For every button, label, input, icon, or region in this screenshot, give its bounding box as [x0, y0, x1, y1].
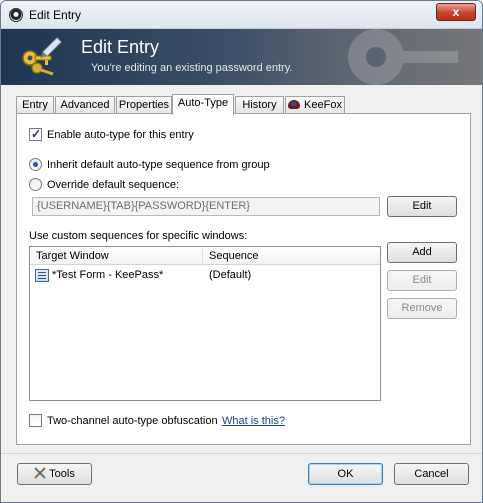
- banner-watermark-icon: [348, 29, 458, 85]
- column-target-window[interactable]: Target Window: [30, 247, 203, 265]
- tab-keefox-label: KeeFox: [304, 99, 342, 111]
- table-row[interactable]: *Test Form - KeePass* (Default): [30, 267, 380, 285]
- tab-properties[interactable]: Properties: [116, 96, 172, 114]
- override-sequence-radio[interactable]: [29, 178, 42, 191]
- header-banner: Edit Entry You're editing an existing pa…: [1, 29, 482, 85]
- close-button[interactable]: x: [436, 3, 476, 21]
- edit-sequence-button[interactable]: Edit: [387, 196, 457, 217]
- tab-auto-type[interactable]: Auto-Type: [172, 94, 234, 115]
- tab-history[interactable]: History: [235, 96, 284, 114]
- tab-advanced-label: Advanced: [60, 99, 110, 111]
- banner-title: Edit Entry: [81, 37, 160, 57]
- keefox-icon: [288, 100, 301, 109]
- inherit-sequence-label: Inherit default auto-type sequence from …: [47, 159, 270, 171]
- tab-entry-label: Entry: [22, 99, 48, 111]
- remove-sequence-button[interactable]: Remove: [387, 298, 457, 319]
- enable-auto-type-checkbox[interactable]: [29, 127, 42, 141]
- enable-auto-type-label: Enable auto-type for this entry: [47, 129, 194, 141]
- tools-icon: [34, 467, 46, 479]
- column-sequence[interactable]: Sequence: [203, 247, 380, 265]
- override-sequence-label: Override default sequence:: [47, 179, 180, 191]
- tab-history-label: History: [242, 99, 277, 111]
- tools-button[interactable]: Tools: [17, 463, 92, 485]
- window-title: Edit Entry: [29, 8, 82, 22]
- inherit-sequence-radio[interactable]: [29, 158, 42, 171]
- tab-auto-type-label: Auto-Type: [177, 97, 229, 109]
- add-sequence-button[interactable]: Add: [387, 242, 457, 263]
- tab-advanced[interactable]: Advanced: [55, 96, 115, 114]
- row-target-window: *Test Form - KeePass*: [52, 269, 164, 281]
- what-is-this-link[interactable]: What is this?: [222, 415, 285, 427]
- banner-subtitle: You're editing an existing password entr…: [91, 62, 293, 74]
- tab-properties-label: Properties: [118, 99, 170, 111]
- obfuscation-checkbox[interactable]: [29, 414, 42, 427]
- window-list-icon: [35, 269, 49, 282]
- keepass-app-icon: [9, 8, 23, 22]
- window-sequence-list[interactable]: Target Window Sequence *Test Form - KeeP…: [29, 246, 381, 401]
- tab-keefox[interactable]: KeeFox: [285, 96, 345, 114]
- cancel-button[interactable]: Cancel: [394, 463, 469, 485]
- edit-entry-dialog: Edit Entry x Edit Entry You're editing a…: [0, 0, 483, 503]
- obfuscation-label: Two-channel auto-type obfuscation: [47, 415, 218, 427]
- keys-pen-icon: [22, 37, 62, 76]
- title-bar[interactable]: Edit Entry x: [1, 1, 482, 29]
- tools-button-label: Tools: [49, 468, 75, 480]
- list-header: Target Window Sequence: [30, 247, 380, 265]
- custom-sequences-label: Use custom sequences for specific window…: [29, 230, 248, 242]
- footer-divider: [1, 453, 482, 454]
- ok-button[interactable]: OK: [308, 463, 383, 485]
- default-sequence-field[interactable]: {USERNAME}{TAB}{PASSWORD}{ENTER}: [32, 197, 380, 216]
- edit-window-sequence-button[interactable]: Edit: [387, 270, 457, 291]
- tab-entry[interactable]: Entry: [16, 96, 54, 114]
- row-sequence: (Default): [209, 269, 252, 281]
